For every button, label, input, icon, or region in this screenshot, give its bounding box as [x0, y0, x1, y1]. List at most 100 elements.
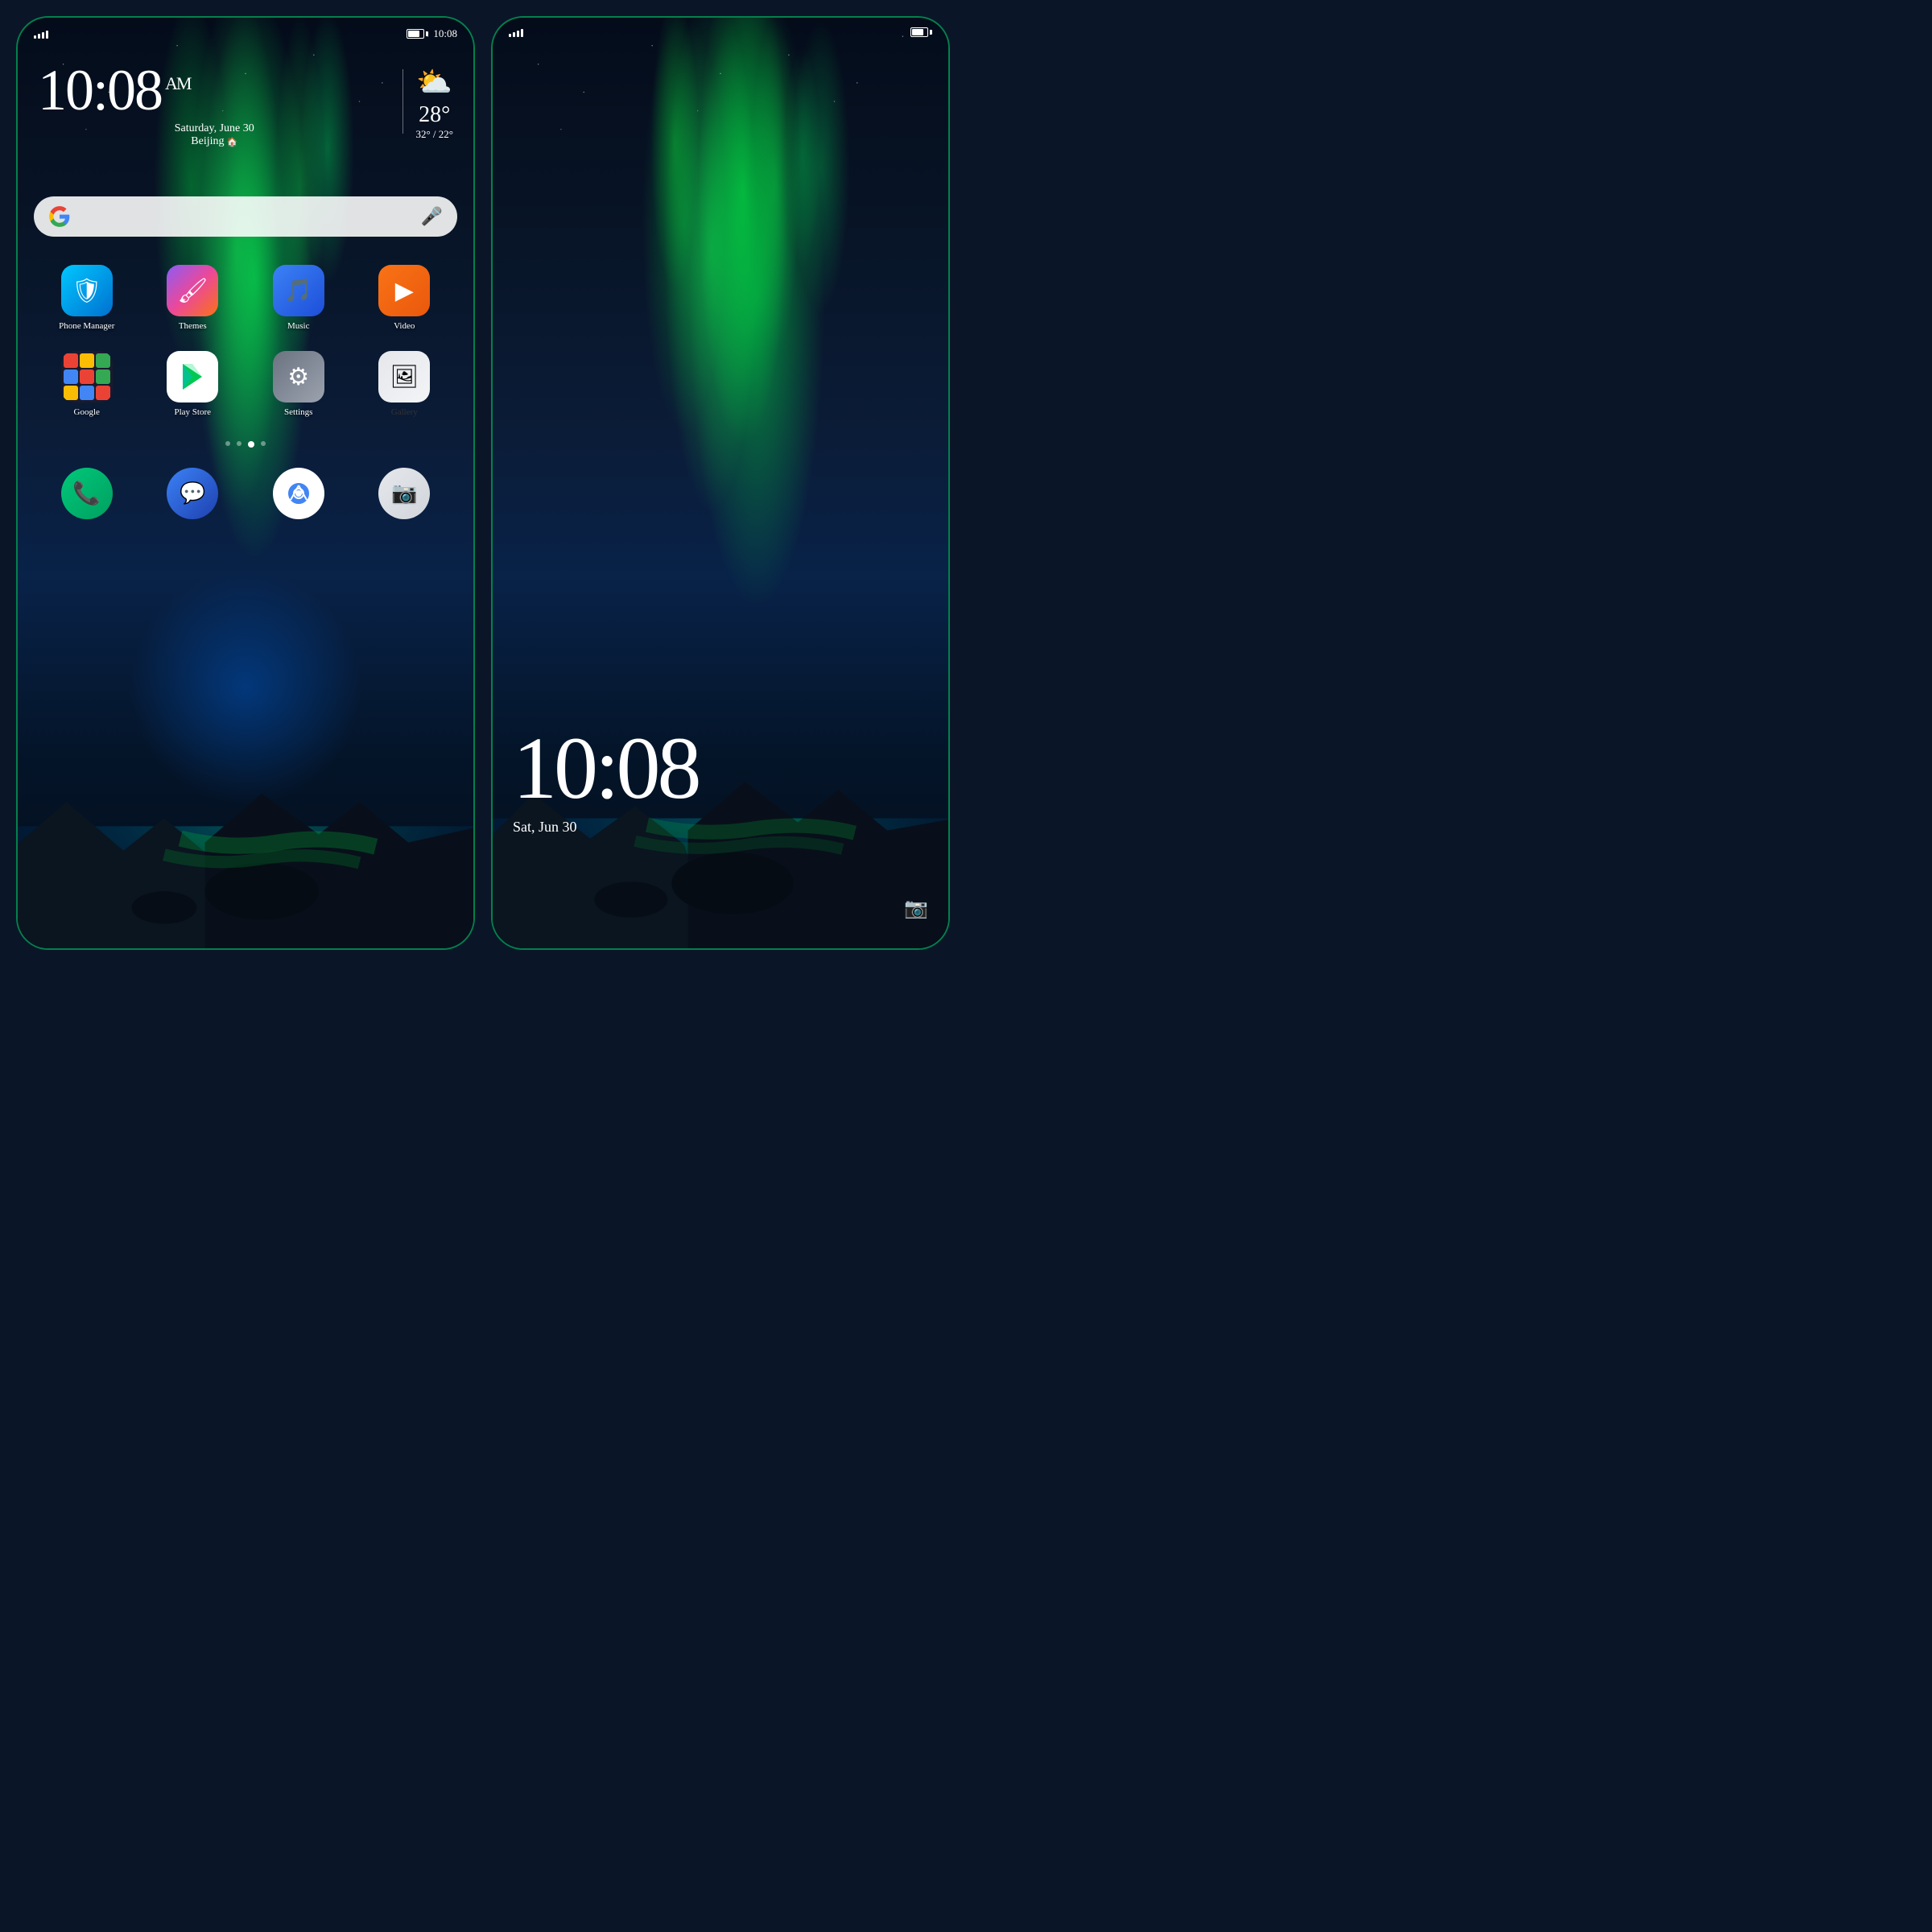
gear-icon: ⚙: [287, 363, 309, 391]
lock-status-bar: [493, 18, 948, 42]
weather-widget: ⛅ 28° 32° / 22°: [415, 61, 453, 141]
chat-icon: 💬: [180, 481, 205, 506]
chrome-icon: [273, 468, 324, 519]
clock-ampm: AM: [165, 73, 190, 93]
play-icon: ▶: [395, 277, 414, 305]
lock-signal-bar-4: [521, 29, 523, 37]
g-dot-9: [96, 386, 110, 400]
gallery-image-icon: 🖼: [390, 363, 419, 390]
battery-body: [407, 29, 424, 39]
chrome-svg: [284, 479, 313, 508]
paintbrush-icon: 🖌: [177, 277, 208, 305]
clock-widget: 10:08AM Saturday, June 30 Beijing 🏠: [38, 61, 390, 148]
clock-time-left: 10:08AM: [38, 61, 390, 119]
widget-divider: [402, 69, 403, 134]
weather-icon: ⛅: [415, 65, 453, 99]
play-store-icon: [167, 351, 218, 402]
page-dot-1[interactable]: [225, 441, 230, 446]
g-dot-2: [80, 353, 94, 368]
lock-battery-icon: [910, 27, 932, 37]
lock-clock-area: 10:08 Sat, Jun 30: [493, 708, 948, 852]
app-item-gallery[interactable]: 🖼 Gallery: [356, 351, 454, 417]
g-dot-7: [64, 386, 78, 400]
clock-location: Beijing 🏠: [38, 135, 390, 148]
signal-bar-4: [46, 31, 48, 39]
aurora-overlay-right: [493, 18, 948, 716]
lock-time: 10:08: [513, 724, 928, 812]
messages-icon: 💬: [167, 468, 218, 519]
music-icon: 🎵: [273, 265, 324, 316]
app-grid-row1: 🛡 Phone Manager 🖌 Themes 🎵 Music ▶ Video: [18, 249, 473, 347]
app-item-music[interactable]: 🎵 Music: [250, 265, 348, 331]
location-icon: 🏠: [227, 137, 238, 147]
battery-icon-left: [407, 29, 428, 39]
google-grid-icon: [61, 351, 113, 402]
status-time-left: 10:08: [433, 27, 457, 40]
search-bar[interactable]: 🎤: [34, 196, 457, 237]
lock-status-right: [910, 27, 932, 37]
lock-battery-tip: [930, 30, 932, 35]
lock-battery-body: [910, 27, 928, 37]
signal-bar-1: [34, 35, 36, 39]
dock: 📞 💬 📷: [18, 456, 473, 539]
google-label: Google: [74, 407, 100, 417]
lock-signal-icon: [509, 27, 523, 37]
phone-icon: 📞: [61, 468, 113, 519]
lock-camera-button[interactable]: 📷: [904, 897, 928, 920]
themes-icon: 🖌: [167, 265, 218, 316]
camera-icon-lock: 📷: [904, 898, 928, 919]
g-dot-3: [96, 353, 110, 368]
dock-item-messages[interactable]: 💬: [144, 468, 242, 519]
page-dots: [18, 433, 473, 456]
right-phone: 10:08 Sat, Jun 30 📷: [491, 16, 950, 950]
status-left: [34, 29, 48, 39]
signal-bar-2: [38, 34, 40, 39]
app-item-video[interactable]: ▶ Video: [356, 265, 454, 331]
google-icon: [61, 351, 113, 402]
g-dot-8: [80, 386, 94, 400]
microphone-icon[interactable]: 🎤: [421, 206, 443, 227]
left-phone: 10:08 10:08AM Saturday, June 30 Beijing …: [16, 16, 475, 950]
g-dot-1: [64, 353, 78, 368]
app-item-google[interactable]: Google: [38, 351, 136, 417]
clock-time-value: 10:08: [38, 58, 162, 122]
app-item-themes[interactable]: 🖌 Themes: [144, 265, 242, 331]
app-item-phone-manager[interactable]: 🛡 Phone Manager: [38, 265, 136, 331]
signal-icon: [34, 29, 48, 39]
app-item-play-store[interactable]: Play Store: [144, 351, 242, 417]
landscape-left: [18, 720, 473, 948]
lock-signal-bar-1: [509, 34, 511, 37]
dock-item-chrome[interactable]: [250, 468, 348, 519]
app-item-settings[interactable]: ⚙ Settings: [250, 351, 348, 417]
camera-lens-icon: 📷: [391, 481, 417, 506]
settings-label: Settings: [284, 407, 312, 417]
music-note-icon: 🎵: [284, 277, 312, 304]
dock-item-camera[interactable]: 📷: [356, 468, 454, 519]
search-bar-container: 🎤: [18, 184, 473, 249]
shield-icon: 🛡: [72, 277, 102, 305]
video-icon: ▶: [378, 265, 430, 316]
video-label: Video: [394, 321, 415, 331]
lock-signal-bar-3: [517, 31, 519, 37]
clock-date: Saturday, June 30: [38, 122, 390, 135]
camera-icon: 📷: [378, 468, 430, 519]
phone-handset-icon: 📞: [72, 480, 101, 507]
phone-manager-label: Phone Manager: [59, 321, 114, 331]
page-dot-2[interactable]: [237, 441, 242, 446]
lock-battery-fill: [912, 29, 923, 35]
page-dot-4[interactable]: [261, 441, 266, 446]
gallery-label: Gallery: [391, 407, 418, 417]
dock-item-phone[interactable]: 📞: [38, 468, 136, 519]
status-bar-left: 10:08: [18, 18, 473, 45]
g-dot-4: [64, 369, 78, 384]
lock-date: Sat, Jun 30: [513, 819, 928, 836]
google-g-icon: [48, 205, 71, 228]
page-dot-3[interactable]: [248, 441, 254, 448]
signal-bar-3: [42, 32, 44, 39]
g-dot-5: [80, 369, 94, 384]
play-store-svg: [178, 362, 207, 391]
battery-tip: [426, 31, 428, 36]
lock-status-left: [509, 27, 523, 37]
widget-area: 10:08AM Saturday, June 30 Beijing 🏠 ⛅ 28…: [18, 45, 473, 160]
status-right: 10:08: [407, 27, 457, 40]
